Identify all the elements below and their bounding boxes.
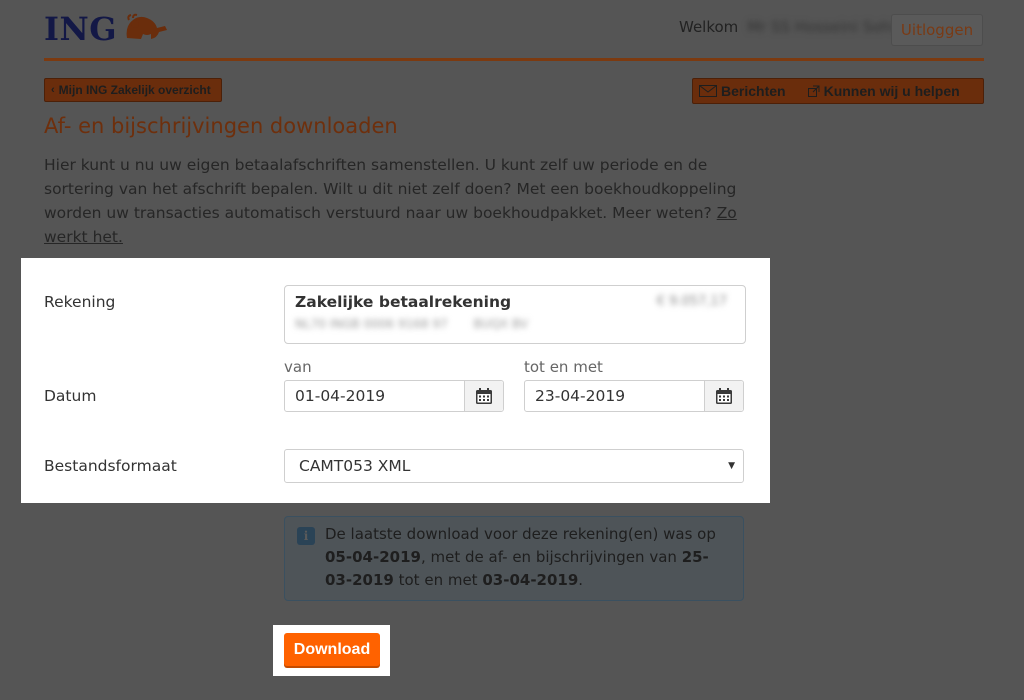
account-iban-line: NL70 INGB 0006 9168 97 BUQX BV (295, 317, 528, 331)
account-selector[interactable]: Zakelijke betaalrekening € 9.057,17 NL70… (284, 285, 746, 344)
to-date-field (524, 380, 744, 412)
last-download-info: i De laatste download voor deze rekening… (284, 516, 744, 601)
date-label: Datum (44, 387, 97, 405)
file-format-value: CAMT053 XML (299, 457, 411, 475)
download-form-panel: Rekening Zakelijke betaalrekening € 9.05… (21, 258, 770, 503)
dropdown-arrow-icon: ▼ (728, 461, 735, 471)
header-divider (44, 58, 984, 61)
page-title: Af- en bijschrijvingen downloaden (44, 114, 398, 138)
chevron-left-icon: ‹ (51, 84, 55, 96)
help-link[interactable]: Kunnen wij u helpen (807, 83, 960, 99)
calendar-icon (476, 388, 492, 404)
intro-body: Hier kunt u nu uw eigen betaalafschrifte… (44, 156, 737, 222)
help-label: Kunnen wij u helpen (823, 83, 960, 99)
logo-text: ING (44, 10, 118, 48)
from-date-input[interactable] (285, 381, 464, 411)
back-to-overview-button[interactable]: ‹ Mijn ING Zakelijk overzicht (44, 78, 222, 102)
account-label: Rekening (44, 293, 116, 311)
account-holder: BUQX BV (473, 317, 528, 331)
user-name: Mr SS Hosseini Sohi (747, 18, 896, 36)
info-text-part: . (578, 571, 584, 589)
messages-link[interactable]: Berichten (699, 83, 786, 99)
info-text-part: De laatste download voor deze rekening(e… (325, 525, 716, 543)
intro-text: Hier kunt u nu uw eigen betaalafschrifte… (44, 153, 744, 249)
back-label: Mijn ING Zakelijk overzicht (58, 83, 211, 97)
welcome-label: Welkom (679, 18, 739, 36)
info-text-part: , met de af- en bijschrijvingen van (420, 548, 682, 566)
lion-icon (121, 12, 169, 46)
welcome-text: Welkom Mr SS Hosseini Sohi (679, 18, 895, 36)
info-text: De laatste download voor deze rekening(e… (325, 523, 725, 592)
messages-label: Berichten (721, 83, 786, 99)
info-icon: i (297, 527, 315, 545)
download-highlight: Download (273, 625, 390, 676)
file-format-select[interactable]: CAMT053 XML ▼ (284, 449, 744, 483)
to-date-input[interactable] (525, 381, 704, 411)
from-date-field (284, 380, 504, 412)
from-label: van (284, 358, 312, 376)
ing-logo[interactable]: ING (44, 10, 169, 48)
to-calendar-button[interactable] (704, 381, 743, 411)
account-name: Zakelijke betaalrekening (295, 293, 512, 311)
calendar-icon (716, 388, 732, 404)
info-text-part: tot en met (393, 571, 483, 589)
to-label: tot en met (524, 358, 603, 376)
logout-button[interactable]: Uitloggen (891, 14, 983, 46)
last-download-date: 05-04-2019 (325, 548, 421, 566)
file-format-label: Bestandsformaat (44, 457, 177, 475)
account-iban: NL70 INGB 0006 9168 97 (295, 317, 448, 331)
download-button[interactable]: Download (284, 633, 380, 666)
from-calendar-button[interactable] (464, 381, 503, 411)
range-to-date: 03-04-2019 (482, 571, 579, 589)
utility-bar: Berichten Kunnen wij u helpen (692, 78, 984, 104)
account-balance: € 9.057,17 (656, 294, 727, 309)
envelope-icon (699, 85, 717, 97)
external-help-icon (807, 85, 820, 97)
